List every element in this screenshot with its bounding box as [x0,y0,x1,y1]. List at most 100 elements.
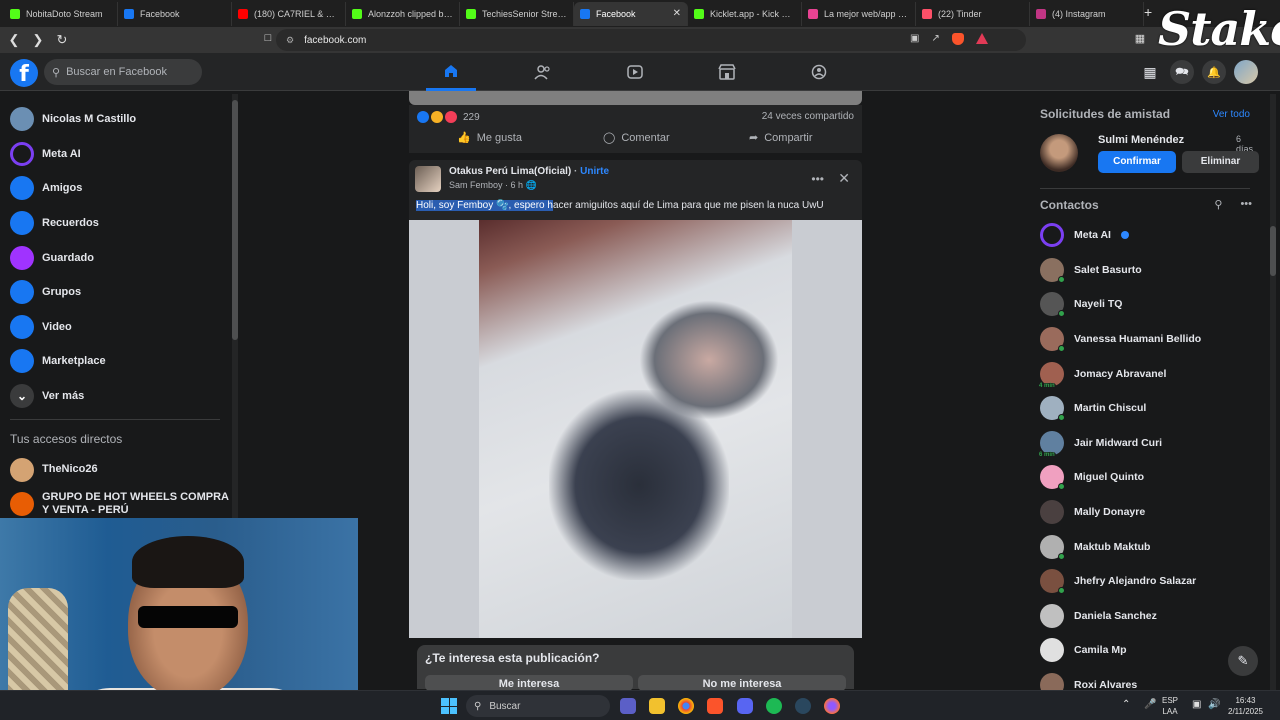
request-name[interactable]: Sulmi Menéndez [1098,134,1184,146]
browser-tab[interactable]: Alonzzoh clipped by N [346,1,460,26]
request-avatar[interactable] [1040,134,1078,172]
volume-icon[interactable]: 🔊 [1208,699,1220,710]
tray-overflow-icon[interactable]: ⌃ [1122,699,1130,710]
new-tab-button[interactable]: + [1144,4,1152,20]
sidebar-item[interactable]: Guardado [0,240,232,275]
menu-grid-button[interactable]: ▦ [1138,60,1162,84]
language-indicator[interactable]: ESP LAA [1162,695,1178,717]
messenger-button[interactable]: 🗪 [1170,60,1194,84]
contact-item[interactable]: Salet Basurto [1040,253,1201,288]
file-explorer-icon[interactable] [649,698,665,714]
contact-item[interactable]: Nayeli TQ [1040,287,1201,322]
browser-tab[interactable]: NobitaDoto Stream [4,1,118,26]
browser-tab[interactable]: (22) Tinder [916,1,1030,26]
steam-icon[interactable] [795,698,811,714]
teams-icon[interactable] [620,698,636,714]
browser-tab[interactable]: (180) CA7RIEL & Paco [232,1,346,26]
profile-avatar[interactable] [1234,60,1258,84]
friends-tab[interactable] [518,53,568,91]
group-avatar[interactable] [415,166,441,192]
scrollbar-thumb[interactable] [1270,226,1276,276]
contact-item[interactable]: 6 min Jair Midward Curi [1038,426,1201,461]
contact-item[interactable]: Vanessa Huamani Bellido [1040,322,1201,357]
contact-item[interactable]: Maktub Maktub [1040,529,1201,564]
group-name[interactable]: Otakus Perú Lima(Oficial) [449,166,571,177]
close-tab-icon[interactable]: ✕ [673,8,681,19]
contact-item[interactable]: Mally Donayre [1040,495,1201,530]
sidebar-item[interactable]: Grupos [0,275,232,310]
chrome-icon[interactable] [678,698,694,714]
browser-tab[interactable]: (4) Instagram [1030,1,1144,26]
reactions-summary[interactable]: 229 [417,111,480,123]
marketplace-tab[interactable] [702,53,752,91]
post-time[interactable]: 6 h [511,180,524,190]
browser-tab[interactable]: Facebook ✕ [574,1,688,26]
not-interested-button[interactable]: No me interesa [638,675,846,691]
confirm-button[interactable]: Confirmar [1098,151,1176,173]
contacts-more-icon[interactable]: ••• [1240,198,1252,212]
network-icon[interactable]: ▣ [1192,699,1201,710]
browser-tab[interactable]: La mejor web/app de c [802,1,916,26]
join-group-link[interactable]: Unirte [580,166,609,177]
cast-icon[interactable]: ▣ [910,33,919,45]
shares-count[interactable]: 24 veces compartido [762,111,854,122]
taskbar-search[interactable]: ⚲ Buscar [466,695,610,717]
start-button[interactable] [441,698,457,714]
sidebar-item[interactable]: Recuerdos [0,206,232,241]
share-button[interactable]: ➦ Compartir [749,131,813,145]
shortcut-item[interactable]: TheNico26 [0,452,232,487]
previous-post-image[interactable] [409,91,862,105]
brave-shield-icon[interactable] [951,33,964,45]
back-icon[interactable]: ❮ [4,32,24,48]
see-all-link[interactable]: Ver todo [1213,109,1250,120]
contact-item[interactable]: Camila Mp [1040,633,1201,668]
clock[interactable]: 16:43 2/11/2025 [1228,695,1263,717]
sidebar-item[interactable]: ⌄ Ver más [0,379,232,414]
facebook-logo[interactable]: f [10,59,38,87]
video-tab[interactable] [610,53,660,91]
gaming-tab[interactable] [794,53,844,91]
home-tab[interactable] [426,53,476,91]
reload-icon[interactable]: ↻ [52,32,72,48]
sidebar-item[interactable]: Meta AI [0,137,232,172]
contact-item[interactable]: Jhefry Alejandro Salazar [1040,564,1201,599]
notifications-button[interactable]: 🔔 [1202,60,1226,84]
left-scrollbar[interactable] [232,94,238,520]
browser-tab[interactable]: Kicklet.app - Kick Chat [688,1,802,26]
delete-button[interactable]: Eliminar [1182,151,1259,173]
contact-item[interactable]: Martin Chiscul [1040,391,1201,426]
shortcut-item[interactable]: GRUPO DE HOT WHEELS COMPRA Y VENTA - PER… [0,487,232,522]
post-author[interactable]: Sam Femboy [449,180,503,190]
brave-icon[interactable] [707,698,723,714]
sidebar-item[interactable]: Marketplace [0,344,232,379]
contact-item[interactable]: Daniela Sanchez [1040,599,1201,634]
more-options-icon[interactable]: ••• [811,172,824,186]
sidebar-toggle-icon[interactable]: ▦ [1130,32,1150,45]
microphone-icon[interactable]: 🎤 [1144,699,1156,710]
contact-item[interactable]: 4 min Jomacy Abravanel [1038,356,1201,391]
sidebar-item[interactable]: Video [0,310,232,345]
firefox-icon[interactable] [824,698,840,714]
comment-button[interactable]: ◯ Comentar [603,131,670,145]
brave-rewards-icon[interactable] [975,33,988,44]
interested-button[interactable]: Me interesa [425,675,633,691]
close-icon[interactable]: ✕ [838,170,850,187]
like-button[interactable]: 👍 Me gusta [457,131,522,145]
sidebar-item[interactable]: Amigos [0,171,232,206]
new-message-button[interactable]: ✎ [1228,646,1258,676]
forward-icon[interactable]: ❯ [28,32,48,48]
sidebar-item[interactable]: Nicolas M Castillo [0,102,232,137]
contact-item[interactable]: Meta AI [1040,218,1201,253]
scrollbar-thumb[interactable] [232,100,238,340]
browser-tab[interactable]: Facebook [118,1,232,26]
spotify-icon[interactable] [766,698,782,714]
site-info-icon[interactable]: ⚙ [286,35,294,46]
browser-tab[interactable]: TechiesSenior Stream [460,1,574,26]
right-scrollbar[interactable] [1270,94,1276,690]
share-icon[interactable]: ↗ [931,33,939,45]
contacts-search-icon[interactable]: ⚲ [1214,198,1222,212]
facebook-search-input[interactable]: ⚲ Buscar en Facebook [44,59,202,85]
bookmark-page-icon[interactable]: □ [258,32,278,44]
post-video[interactable] [409,220,862,638]
discord-icon[interactable] [737,698,753,714]
